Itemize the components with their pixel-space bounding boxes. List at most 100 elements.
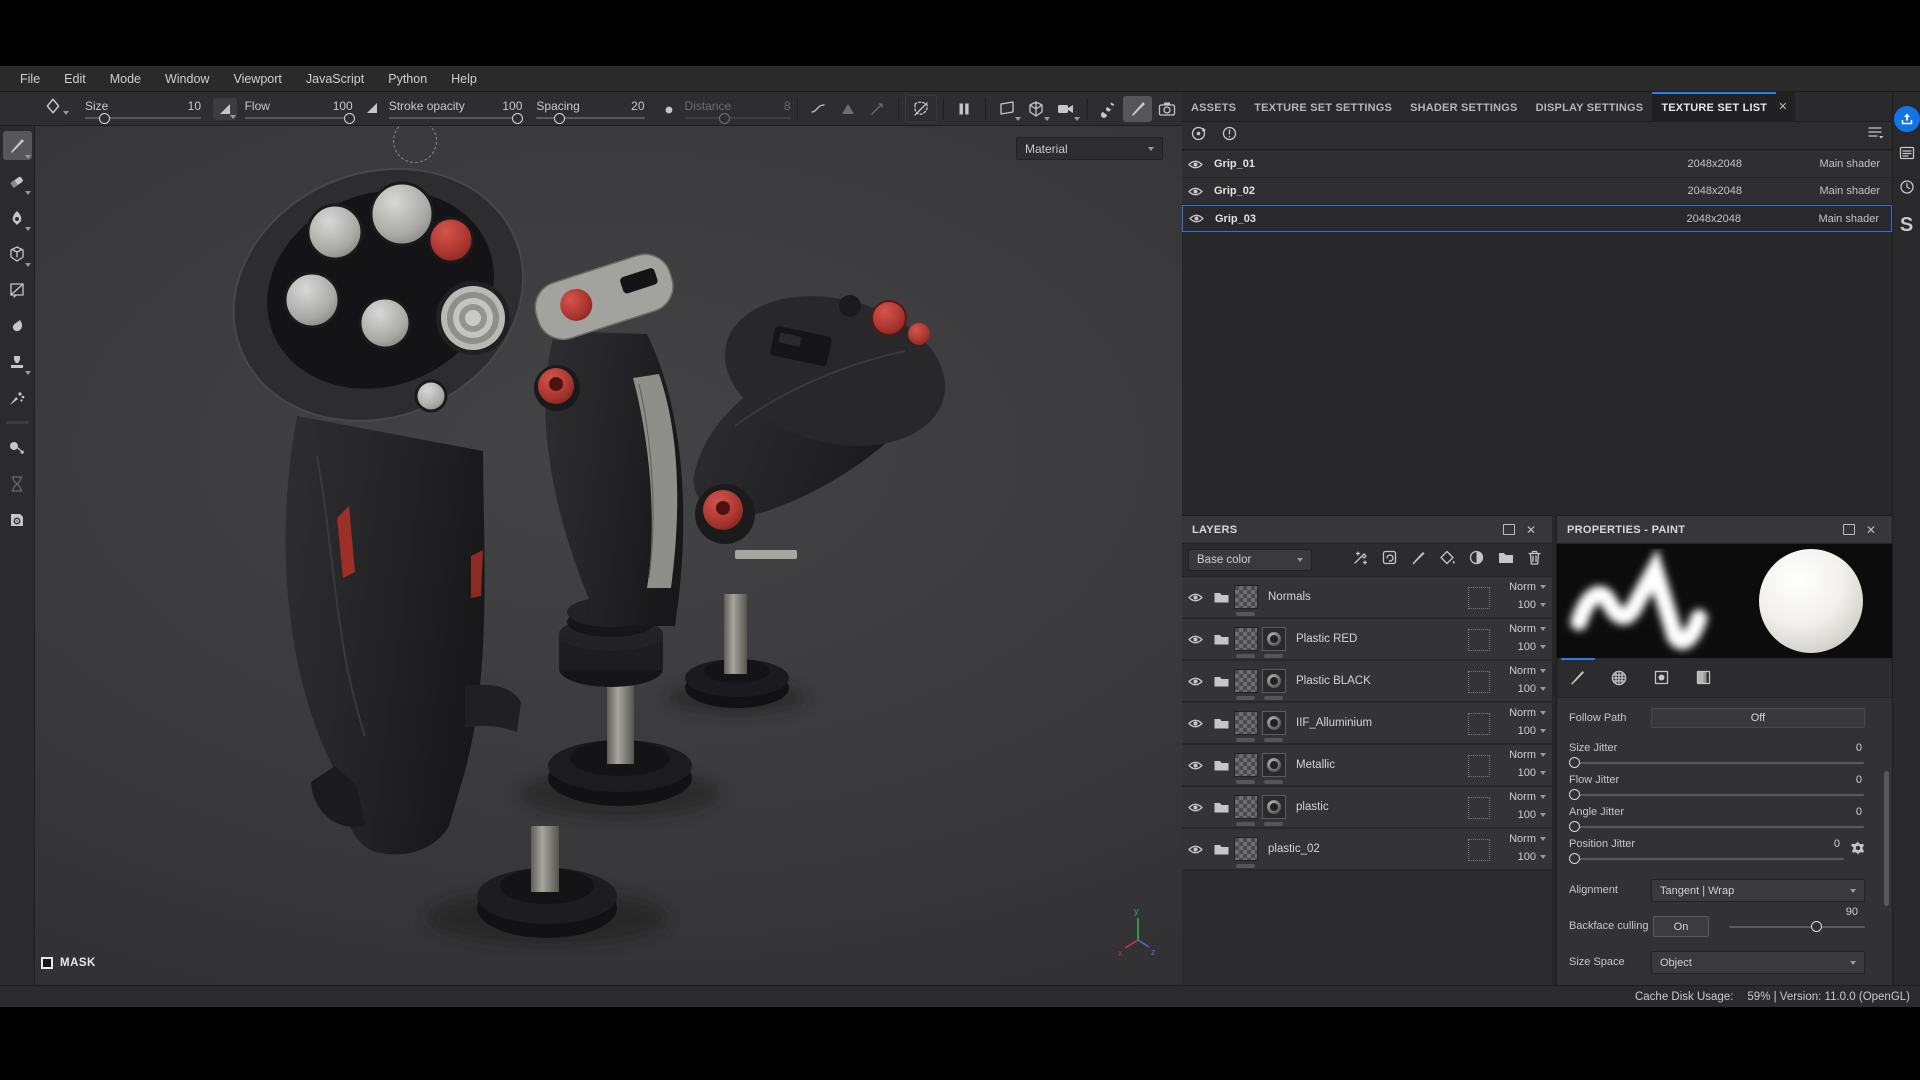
detach-panel-icon[interactable] — [1838, 524, 1860, 535]
menu-window[interactable]: Window — [153, 66, 221, 91]
alpha-tab-icon[interactable] — [1605, 664, 1633, 692]
smudge-tool-icon[interactable] — [3, 311, 32, 340]
menu-mode[interactable]: Mode — [98, 66, 153, 91]
eye-icon[interactable] — [1182, 159, 1208, 170]
menu-viewport[interactable]: Viewport — [221, 66, 293, 91]
flow-param[interactable]: Flow 100 — [244, 99, 356, 124]
layer-mask-thumbnail[interactable] — [1234, 753, 1258, 784]
solo-visibility-icon[interactable] — [1221, 125, 1238, 147]
stroke-opacity-param[interactable]: Stroke opacity 100 — [388, 99, 523, 124]
history-clock-icon[interactable] — [1899, 179, 1915, 200]
layer-mask-thumbnail[interactable] — [1234, 669, 1258, 700]
tab-display-settings[interactable]: DISPLAY SETTINGS — [1527, 92, 1653, 121]
stroke-opacity-value[interactable]: 100 — [502, 99, 522, 113]
layer-material-thumbnail[interactable] — [1262, 711, 1286, 742]
viewport-material-dropdown[interactable]: Material — [1016, 137, 1163, 160]
close-panel-icon[interactable]: ✕ — [1520, 523, 1542, 537]
size-slider[interactable] — [85, 112, 201, 124]
symmetry-icon[interactable] — [44, 97, 62, 120]
size-jitter-value[interactable]: 0 — [1856, 742, 1862, 754]
projection-tool-icon[interactable] — [3, 203, 32, 232]
folder-icon[interactable] — [1208, 591, 1234, 604]
particle-brush-tool-icon[interactable] — [3, 383, 32, 412]
delete-layer-icon[interactable] — [1527, 549, 1542, 571]
opacity-dropdown[interactable]: 100 — [1518, 851, 1546, 863]
spacing-param[interactable]: Spacing 20 — [536, 99, 645, 124]
layer-mask-thumbnail[interactable] — [1234, 837, 1258, 868]
opacity-dropdown[interactable]: 100 — [1518, 599, 1546, 611]
stencil-tab-icon[interactable] — [1647, 664, 1675, 692]
eye-icon[interactable] — [1182, 760, 1208, 771]
flow-value[interactable]: 100 — [333, 99, 353, 113]
layer-row[interactable]: Normals Norm 100 — [1182, 577, 1552, 619]
layer-row[interactable]: Plastic BLACK Norm 100 — [1182, 661, 1552, 703]
share-export-icon[interactable] — [1893, 106, 1920, 132]
add-group-folder-icon[interactable] — [1497, 550, 1515, 570]
add-smart-material-icon[interactable] — [1352, 549, 1369, 571]
gear-icon[interactable] — [1850, 840, 1866, 861]
mask-placeholder[interactable] — [1468, 797, 1490, 819]
menu-help[interactable]: Help — [439, 66, 489, 91]
opacity-dropdown[interactable]: 100 — [1518, 809, 1546, 821]
menu-file[interactable]: File — [8, 66, 52, 91]
opacity-dropdown[interactable]: 100 — [1518, 683, 1546, 695]
texture-set-row[interactable]: Grip_01 2048x2048 Main shader — [1182, 151, 1892, 178]
eye-icon[interactable] — [1183, 213, 1209, 224]
viewport-3d[interactable]: y x z Material MASK — [35, 126, 1182, 985]
mask-placeholder[interactable] — [1468, 839, 1490, 861]
layer-material-thumbnail[interactable] — [1262, 669, 1286, 700]
opacity-dropdown[interactable]: 100 — [1518, 725, 1546, 737]
eye-icon[interactable] — [1182, 844, 1208, 855]
blend-mode-dropdown[interactable]: Norm — [1509, 707, 1546, 719]
close-panel-icon[interactable]: ✕ — [1860, 523, 1882, 537]
blend-mode-dropdown[interactable]: Norm — [1509, 623, 1546, 635]
flow-jitter-slider[interactable] — [1569, 789, 1864, 800]
layer-mask-thumbnail[interactable] — [1234, 795, 1258, 826]
layer-row[interactable]: plastic_02 Norm 100 — [1182, 829, 1552, 871]
follow-path-button[interactable]: Off — [1651, 708, 1865, 728]
falloff-triangle-icon[interactable] — [833, 96, 862, 122]
tab-shader-settings[interactable]: SHADER SETTINGS — [1401, 92, 1527, 121]
material-picker-tool-icon[interactable] — [3, 433, 32, 462]
eye-icon[interactable] — [1182, 802, 1208, 813]
size-space-dropdown[interactable]: Object — [1651, 951, 1865, 974]
toggle-all-visibility-icon[interactable] — [1190, 125, 1207, 147]
backface-angle-value[interactable]: 90 — [1846, 906, 1858, 918]
backface-angle-slider[interactable] — [1729, 921, 1865, 932]
paint-tool-icon[interactable] — [2, 131, 32, 160]
add-fill-layer-icon[interactable] — [1439, 549, 1456, 571]
angle-jitter-slider[interactable] — [1569, 821, 1864, 832]
mask-placeholder[interactable] — [1468, 629, 1490, 651]
tab-assets[interactable]: ASSETS — [1182, 92, 1245, 121]
texture-set-row[interactable]: Grip_02 2048x2048 Main shader — [1182, 178, 1892, 205]
layer-mask-thumbnail[interactable] — [1234, 627, 1258, 658]
folder-icon[interactable] — [1208, 801, 1234, 814]
size-jitter-slider[interactable] — [1569, 757, 1864, 768]
flow-jitter-value[interactable]: 0 — [1856, 774, 1862, 786]
flow-pressure-icon[interactable] — [365, 101, 379, 120]
layer-row[interactable]: Metallic Norm 100 — [1182, 745, 1552, 787]
blend-mode-dropdown[interactable]: Norm — [1509, 749, 1546, 761]
baking-tool-icon[interactable] — [3, 505, 32, 534]
size-pressure-icon[interactable] — [213, 97, 237, 120]
eye-icon[interactable] — [1182, 634, 1208, 645]
blend-mode-dropdown[interactable]: Norm — [1509, 665, 1546, 677]
symmetry-chevron-icon[interactable] — [63, 110, 69, 115]
material-tab-icon[interactable] — [1689, 664, 1717, 692]
eye-icon[interactable] — [1182, 718, 1208, 729]
folder-icon[interactable] — [1208, 843, 1234, 856]
mesh-display-icon[interactable] — [1022, 96, 1051, 122]
layer-row[interactable]: IIF_Alluminium Norm 100 — [1182, 703, 1552, 745]
texture-set-row-selected[interactable]: Grip_03 2048x2048 Main shader — [1182, 205, 1892, 232]
tab-close-icon[interactable]: ✕ — [1776, 92, 1796, 121]
layer-material-thumbnail[interactable] — [1262, 795, 1286, 826]
folder-icon[interactable] — [1208, 717, 1234, 730]
add-effect-icon[interactable] — [1381, 549, 1398, 571]
log-panel-icon[interactable] — [1899, 146, 1915, 165]
menu-javascript[interactable]: JavaScript — [294, 66, 376, 91]
mask-placeholder[interactable] — [1468, 587, 1490, 609]
clone-tool-icon[interactable] — [3, 347, 32, 376]
layer-material-thumbnail[interactable] — [1262, 753, 1286, 784]
tab-texture-set-settings[interactable]: TEXTURE SET SETTINGS — [1245, 92, 1401, 121]
spacing-dot-icon[interactable] — [663, 103, 675, 121]
